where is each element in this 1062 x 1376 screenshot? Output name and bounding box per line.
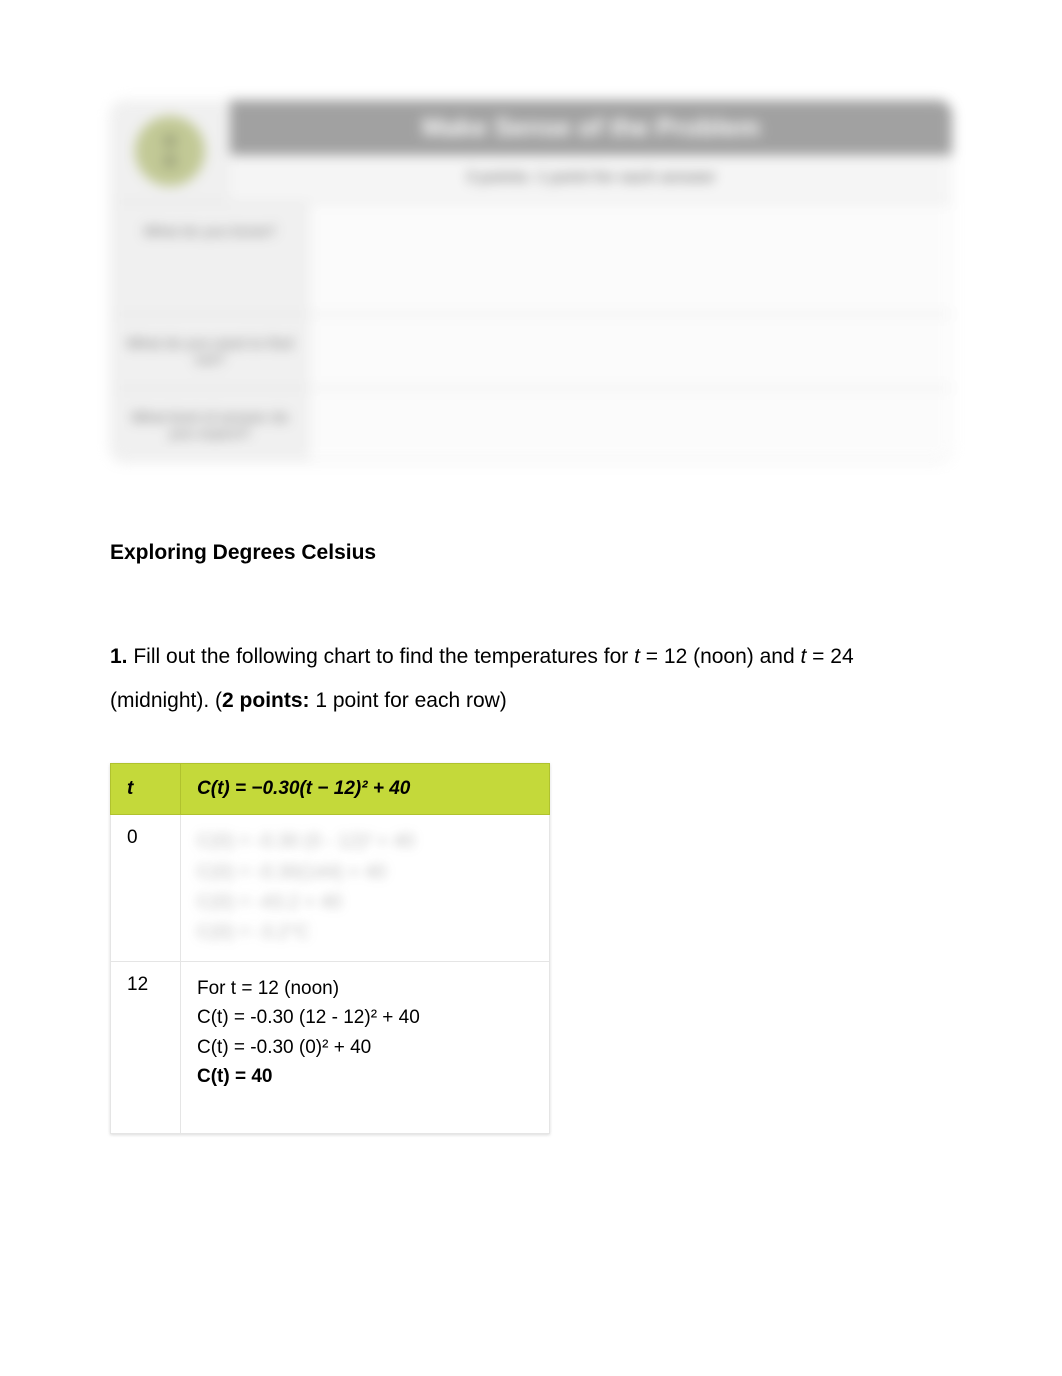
- lightbulb-icon: [135, 116, 205, 186]
- question-1: 1. Fill out the following chart to find …: [110, 635, 952, 723]
- box-row-find: What do you want to find out?: [110, 313, 952, 387]
- formula-text: C: [197, 778, 211, 799]
- row-value: [310, 203, 952, 313]
- cell-t-12: 12: [111, 961, 181, 1133]
- q1-text-d: 1 point for each row): [310, 689, 507, 712]
- table-row: 12 For t = 12 (noon) C(t) = -0.30 (12 - …: [111, 961, 550, 1133]
- q1-points: 2 points:: [222, 689, 310, 712]
- section-title: Exploring Degrees Celsius: [110, 541, 952, 565]
- work-line: C(t) = -0.30 (12 - 12)² + 40: [197, 1003, 533, 1032]
- row-label: What do you know?: [110, 203, 310, 313]
- box-row-expect: What kind of answer do you expect?: [110, 387, 952, 461]
- header-formula: C(t) = −0.30(t − 12)² + 40: [181, 764, 550, 815]
- table-row: 0 C(0) = -0.30 (0 - 12)² + 40 C(0) = -0.…: [111, 815, 550, 962]
- temperature-table: t C(t) = −0.30(t − 12)² + 40 0 C(0) = -0…: [110, 763, 550, 1134]
- table-header-row: t C(t) = −0.30(t − 12)² + 40: [111, 764, 550, 815]
- q1-number: 1.: [110, 645, 128, 668]
- work-line: C(0) = -0.30(144) + 40: [197, 858, 533, 888]
- work-line: For t = 12 (noon): [197, 974, 533, 1003]
- work-result: C(t) = 40: [197, 1062, 533, 1091]
- work-line: C(t) = -0.30 (0)² + 40: [197, 1033, 533, 1062]
- make-sense-box: Make Sense of the Problem 3 points: 1 po…: [110, 100, 952, 461]
- q1-text-b: = 12 (noon) and: [640, 645, 801, 668]
- box-title: Make Sense of the Problem: [230, 100, 952, 155]
- box-header: Make Sense of the Problem 3 points: 1 po…: [110, 100, 952, 201]
- row-label: What kind of answer do you expect?: [110, 389, 310, 461]
- row-label: What do you want to find out?: [110, 315, 310, 387]
- row-value: [310, 389, 952, 461]
- box-icon-cell: [110, 100, 230, 201]
- row-value: [310, 315, 952, 387]
- box-subtitle: 3 points: 1 point for each answer: [230, 155, 952, 201]
- blurred-content: C(0) = -0.30 (0 - 12)² + 40 C(0) = -0.30…: [197, 827, 533, 949]
- cell-work-0: C(0) = -0.30 (0 - 12)² + 40 C(0) = -0.30…: [181, 815, 550, 962]
- work-line: C(0) = -0.30 (0 - 12)² + 40: [197, 827, 533, 857]
- q1-text-a: Fill out the following chart to find the…: [128, 645, 635, 668]
- work-line: C(0) = -43.2 + 40: [197, 888, 533, 918]
- box-title-wrap: Make Sense of the Problem 3 points: 1 po…: [230, 100, 952, 201]
- work-content: For t = 12 (noon) C(t) = -0.30 (12 - 12)…: [197, 974, 533, 1121]
- formula-var: t: [306, 778, 312, 799]
- cell-t-0: 0: [111, 815, 181, 962]
- work-line: C(0) = -3.2°C: [197, 918, 533, 948]
- box-row-know: What do you know?: [110, 201, 952, 313]
- header-t: t: [111, 764, 181, 815]
- formula-var: t: [217, 778, 223, 799]
- cell-work-12: For t = 12 (noon) C(t) = -0.30 (12 - 12)…: [181, 961, 550, 1133]
